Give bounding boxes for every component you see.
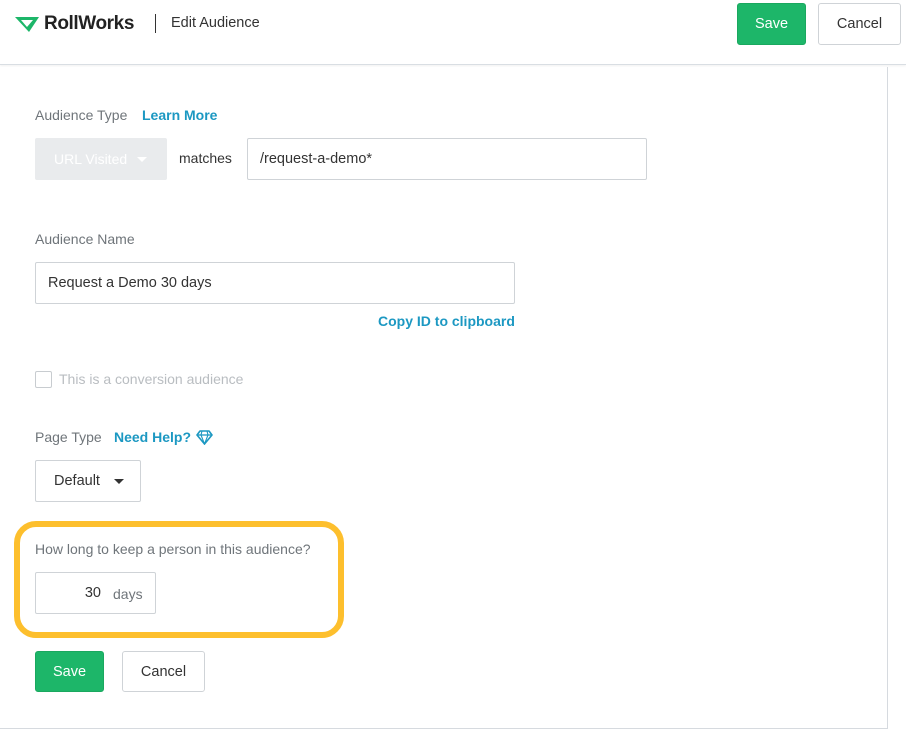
diamond-icon[interactable] [196,430,213,445]
header-cancel-button[interactable]: Cancel [818,3,901,45]
audience-type-select: URL Visited [35,138,167,180]
caret-down-icon [137,156,148,162]
duration-input[interactable]: 30 days [35,572,156,614]
top-header: RollWorks Edit Audience Save Cancel [0,0,906,65]
duration-label: How long to keep a person in this audien… [35,541,311,557]
conversion-label: This is a conversion audience [59,371,244,387]
need-help-link[interactable]: Need Help? [114,429,191,445]
url-pattern-input[interactable]: /request-a-demo* [247,138,647,180]
audience-type-label: Audience Type [35,107,128,123]
conversion-checkbox[interactable] [35,371,52,388]
duration-value: 30 [84,585,101,601]
copy-id-link[interactable]: Copy ID to clipboard [378,313,515,329]
operator-label: matches [179,150,232,166]
audience-type-value: URL Visited [54,151,128,167]
audience-name-input[interactable]: Request a Demo 30 days [35,262,515,304]
footer-save-button[interactable]: Save [35,651,104,692]
learn-more-link[interactable]: Learn More [142,107,217,123]
rollworks-logo-icon [15,17,39,32]
page-title: Edit Audience [171,15,260,31]
page-type-label: Page Type [35,429,102,445]
page-type-value: Default [54,473,100,489]
header-divider [155,14,156,33]
footer-cancel-button[interactable]: Cancel [122,651,205,692]
header-save-button[interactable]: Save [737,3,806,45]
logo[interactable]: RollWorks [15,12,134,36]
page-type-select[interactable]: Default [35,460,141,502]
duration-unit: days [113,586,143,602]
audience-name-label: Audience Name [35,231,135,247]
logo-text: RollWorks [44,13,135,34]
caret-down-icon [113,478,124,484]
